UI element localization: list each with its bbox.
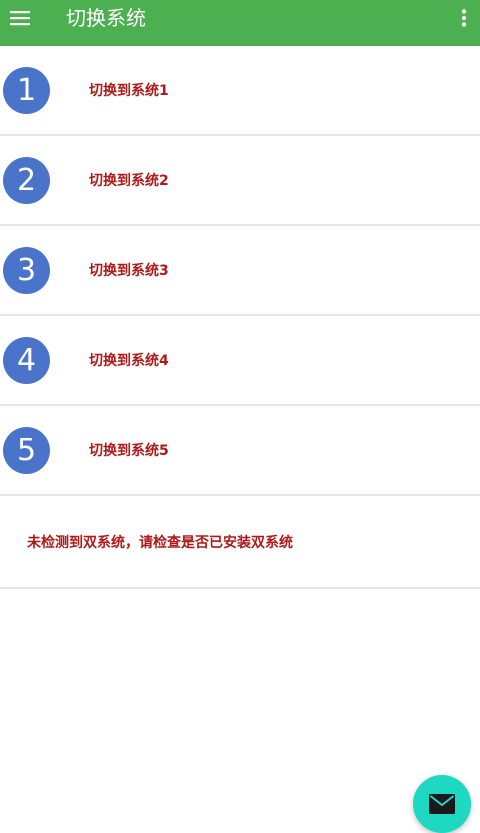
system-number: 4 — [16, 342, 37, 378]
system-row-5[interactable]: 5 切换到系统5 — [0, 406, 480, 496]
number-5-icon: 5 — [3, 427, 50, 474]
number-2-icon: 2 — [3, 157, 50, 204]
more-vert-icon — [461, 9, 467, 27]
overflow-menu-button[interactable] — [456, 6, 472, 30]
system-number: 2 — [16, 162, 37, 198]
system-list: 1 切换到系统1 2 切换到系统2 3 切换到系统3 4 切换到系统4 5 切换… — [0, 46, 480, 496]
system-row-3[interactable]: 3 切换到系统3 — [0, 226, 480, 316]
system-label: 切换到系统1 — [89, 83, 169, 99]
system-label: 切换到系统5 — [89, 443, 169, 459]
number-1-icon: 1 — [3, 67, 50, 114]
system-number: 1 — [16, 72, 37, 108]
system-row-4[interactable]: 4 切换到系统4 — [0, 316, 480, 406]
status-row: 未检测到双系统，请检查是否已安装双系统 — [0, 497, 480, 589]
app-bar: 切换系统 — [0, 0, 480, 46]
hamburger-menu-icon — [10, 11, 30, 26]
page-title: 切换系统 — [66, 6, 146, 30]
system-label: 切换到系统4 — [89, 353, 169, 369]
system-row-1[interactable]: 1 切换到系统1 — [0, 46, 480, 136]
system-row-2[interactable]: 2 切换到系统2 — [0, 136, 480, 226]
number-4-icon: 4 — [3, 337, 50, 384]
system-number: 3 — [16, 252, 37, 288]
system-label: 切换到系统2 — [89, 173, 169, 189]
status-message: 未检测到双系统，请检查是否已安装双系统 — [27, 535, 293, 551]
system-number: 5 — [16, 432, 37, 468]
menu-button[interactable] — [8, 6, 32, 30]
mail-fab-button[interactable] — [413, 775, 471, 833]
number-3-icon: 3 — [3, 247, 50, 294]
mail-icon — [429, 794, 455, 814]
system-label: 切换到系统3 — [89, 263, 169, 279]
